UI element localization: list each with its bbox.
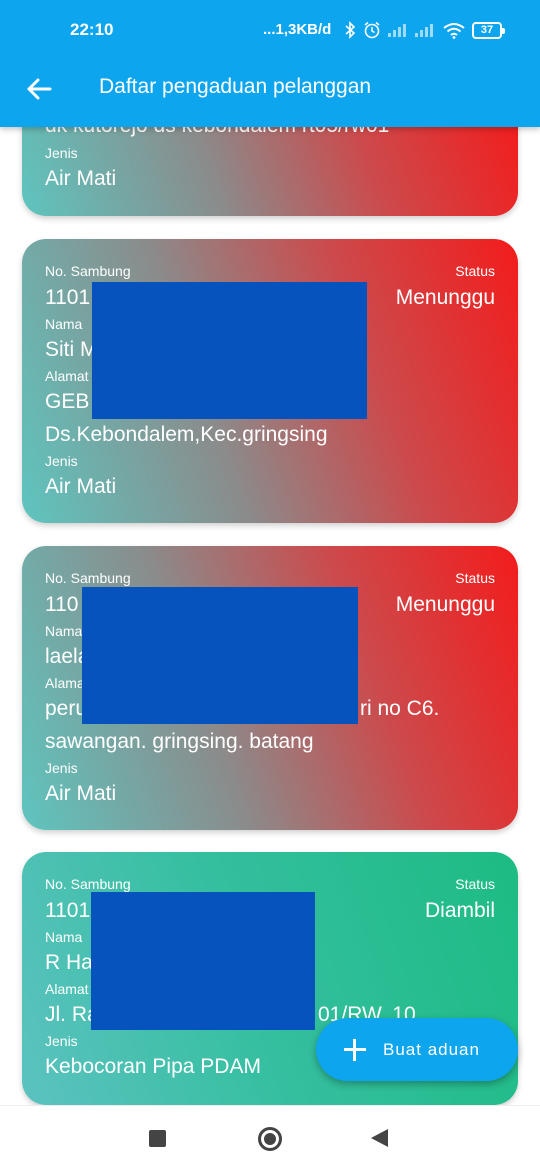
redaction-box (91, 892, 315, 1030)
redaction-box (82, 587, 358, 724)
card-name-label: Nama (45, 623, 83, 639)
card-type-label: Jenis (45, 453, 78, 469)
card-type: Kebocoran Pipa PDAM (45, 1055, 261, 1078)
card-no-sambung: 1101 (45, 286, 91, 309)
create-complaint-button[interactable]: Buat aduan (316, 1018, 518, 1081)
card-no-sambung-label: No. Sambung (45, 570, 131, 586)
alarm-icon (362, 19, 382, 41)
battery-icon: 37 (472, 22, 505, 39)
plus-icon (344, 1038, 366, 1061)
card-address-label: Alamat (45, 981, 89, 997)
redaction-box (92, 282, 367, 419)
card-address-line1-end: ri no C6. (360, 697, 440, 720)
signal-icon-1 (386, 19, 410, 41)
app-bar: 22:10 ...1,3KB/d 37 Daftar pengaduan pel… (0, 0, 540, 127)
complaint-card-2[interactable]: No. Sambung Status 1101 Menunggu Nama Si… (22, 239, 518, 523)
card-no-sambung-label: No. Sambung (45, 263, 131, 279)
card-status-label: Status (455, 570, 495, 586)
status-bar: 22:10 ...1,3KB/d 37 (0, 0, 540, 62)
card-name: R Ha (45, 951, 93, 974)
bluetooth-icon (343, 19, 357, 41)
card-type: Air Mati (45, 475, 117, 498)
card-no-sambung-label: No. Sambung (45, 876, 131, 892)
card-no-sambung: 110 (45, 593, 79, 616)
card-address-line1: peru (45, 697, 88, 720)
card-type: Air Mati (45, 782, 117, 805)
complaint-card-3[interactable]: No. Sambung Status 110 Menunggu Nama lae… (22, 546, 518, 830)
back-arrow-icon (27, 78, 52, 100)
card-name: Siti M (45, 338, 98, 361)
page-title: Daftar pengaduan pelanggan (99, 75, 372, 98)
card-type-label: Jenis (45, 145, 78, 161)
home-button[interactable] (258, 1127, 282, 1151)
card-type-label: Jenis (45, 1033, 78, 1049)
card-no-sambung: 1101 (45, 899, 91, 922)
card-status: Menunggu (395, 286, 495, 309)
system-nav-bar (0, 1105, 540, 1170)
card-type: Air Mati (45, 167, 117, 190)
card-name-label: Nama (45, 316, 83, 332)
card-status-label: Status (455, 263, 495, 279)
card-address-line2: Ds.Kebondalem,Kec.gringsing (45, 423, 328, 446)
card-address-line2: sawangan. gringsing. batang (45, 730, 314, 753)
card-address-line1: GEB (45, 390, 90, 413)
system-back-button[interactable] (371, 1129, 388, 1147)
recent-apps-button[interactable] (149, 1130, 166, 1147)
card-address-label: Alamat (45, 368, 89, 384)
card-name-label: Nama (45, 929, 83, 945)
card-status: Menunggu (395, 593, 495, 616)
card-type-label: Jenis (45, 760, 78, 776)
card-status-label: Status (455, 876, 495, 892)
card-status: Diambil (424, 899, 495, 922)
network-speed: ...1,3KB/d (263, 21, 332, 38)
back-arrow-button[interactable] (22, 72, 56, 106)
signal-icon-2 (413, 19, 437, 41)
status-time: 22:10 (70, 20, 114, 39)
wifi-icon (442, 19, 466, 41)
create-complaint-label: Buat aduan (383, 1039, 480, 1059)
